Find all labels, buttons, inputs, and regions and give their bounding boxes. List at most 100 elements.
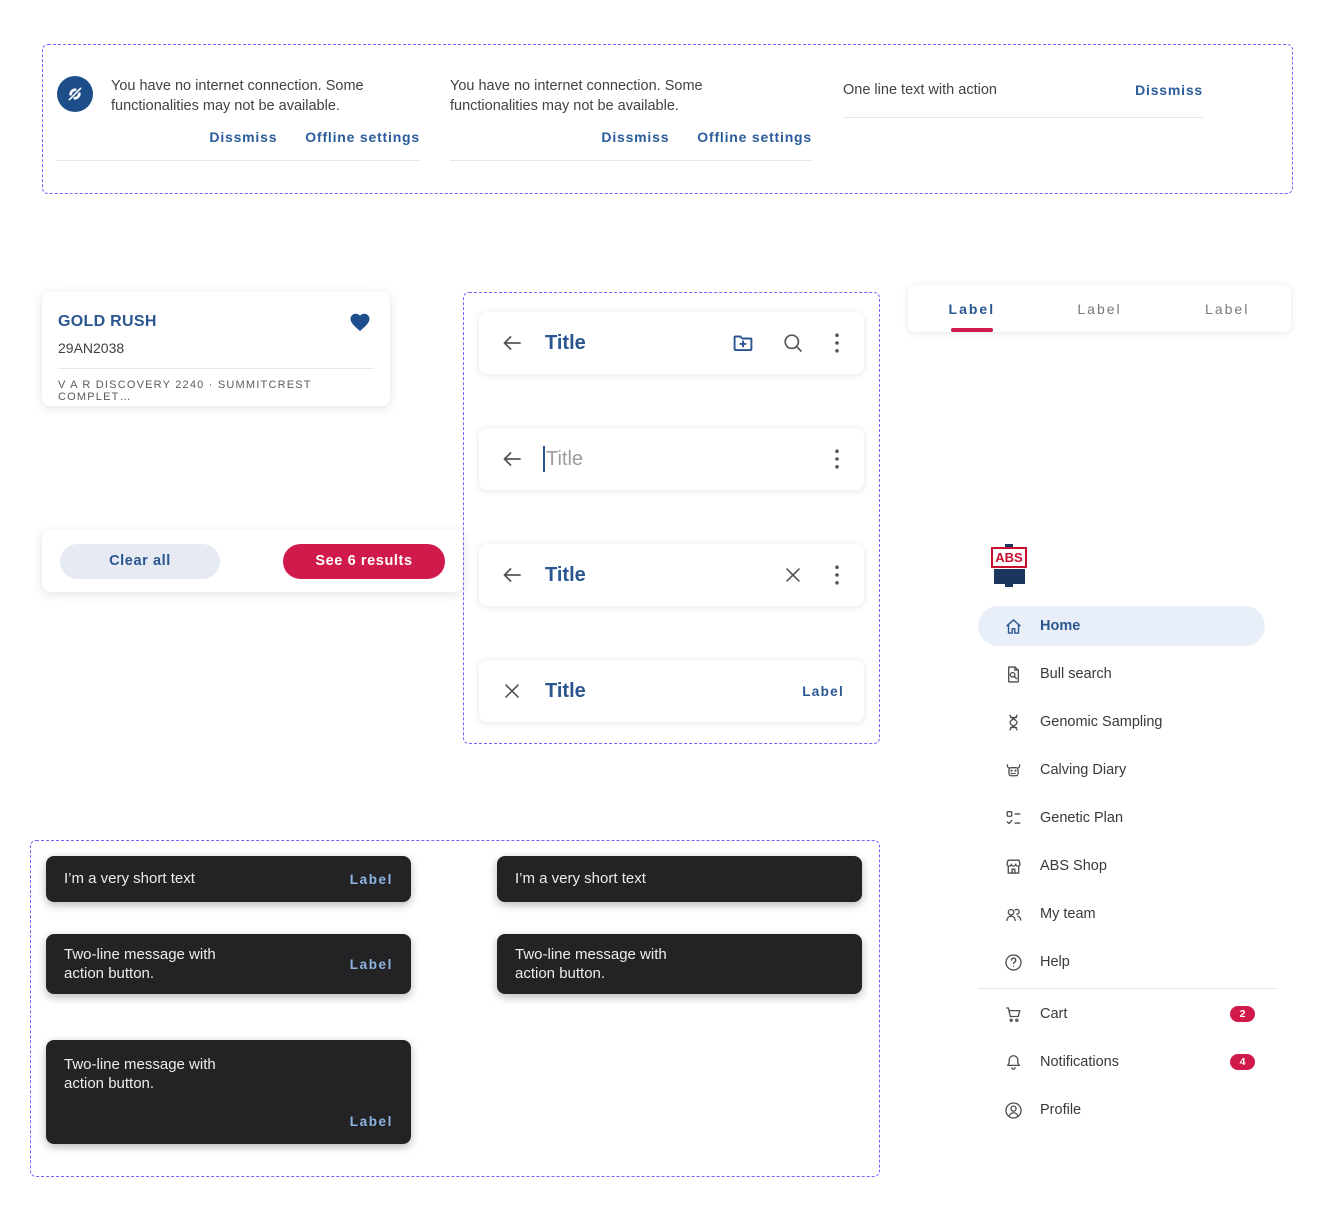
- sidebar-item-abs-shop[interactable]: ABS Shop: [978, 842, 1265, 890]
- offline-icon: [57, 76, 93, 112]
- dismiss-button[interactable]: Dissmiss: [209, 129, 277, 145]
- logo-text: ABS: [991, 547, 1027, 568]
- offline-banner-one-line: One line text with action Dissmiss: [843, 80, 1203, 118]
- sidebar-item-label: Home: [1040, 618, 1081, 634]
- snackbar-two-line-plain: Two-line message with action button.: [497, 934, 862, 994]
- kebab-menu-icon[interactable]: [830, 446, 844, 472]
- dismiss-button[interactable]: Dissmiss: [1135, 82, 1203, 98]
- appbar-title: Title: [545, 563, 586, 586]
- snackbar-action-button[interactable]: Label: [350, 957, 393, 972]
- sidebar-item-label: Cart: [1040, 1006, 1068, 1022]
- sidebar-item-label: Genomic Sampling: [1040, 714, 1163, 730]
- snackbar-short-with-action: I’m a very short text Label: [46, 856, 411, 902]
- notifications-badge: 4: [1230, 1054, 1255, 1070]
- snackbar-two-line-with-action: Two-line message with action button. Lab…: [46, 934, 411, 994]
- cart-badge: 2: [1230, 1006, 1255, 1022]
- bull-search-icon: [1002, 663, 1024, 685]
- bell-icon: [1002, 1051, 1024, 1073]
- sidebar-item-label: Notifications: [1040, 1054, 1119, 1070]
- bull-code: 29AN2038: [58, 340, 125, 356]
- divider: [450, 160, 812, 161]
- sidebar-item-genetic-plan[interactable]: Genetic Plan: [978, 794, 1265, 842]
- sidebar-item-profile[interactable]: Profile: [978, 1086, 1265, 1134]
- appbar-with-clear: Title: [479, 544, 864, 606]
- back-arrow-icon[interactable]: [499, 562, 525, 588]
- tab-1[interactable]: Label: [908, 285, 1036, 332]
- help-icon: [1002, 951, 1024, 973]
- sidebar-item-notifications[interactable]: Notifications 4: [978, 1038, 1265, 1086]
- home-icon: [1002, 615, 1024, 637]
- team-icon: [1002, 903, 1024, 925]
- cow-icon: [1002, 759, 1024, 781]
- clear-all-button[interactable]: Clear all: [60, 543, 220, 579]
- appbar-title: Title: [545, 331, 586, 354]
- sidebar-item-label: Help: [1040, 954, 1070, 970]
- back-arrow-icon[interactable]: [499, 330, 525, 356]
- sidebar-item-label: Bull search: [1040, 666, 1112, 682]
- offline-banner-text-only: You have no internet connection. Some fu…: [450, 76, 812, 161]
- banner-message: You have no internet connection. Some fu…: [111, 78, 364, 114]
- tab-label: Label: [1077, 300, 1122, 317]
- cart-icon: [1002, 1003, 1024, 1025]
- divider: [843, 117, 1203, 118]
- sidebar-item-home[interactable]: Home: [978, 606, 1265, 646]
- filter-footer: Clear all See 6 results: [42, 530, 463, 592]
- tab-label: Label: [1205, 300, 1250, 317]
- appbar-modal: Title Label: [479, 660, 864, 722]
- snackbar-message: Two-line message with action button.: [64, 1056, 216, 1093]
- sidebar-item-cart[interactable]: Cart 2: [978, 990, 1265, 1038]
- sidebar-item-label: Profile: [1040, 1102, 1082, 1118]
- title-input[interactable]: Title: [546, 448, 583, 471]
- nav-divider: [978, 988, 1277, 989]
- kebab-menu-icon[interactable]: [830, 562, 844, 588]
- folder-add-icon[interactable]: [730, 330, 756, 356]
- appbar-default: Title: [479, 312, 864, 374]
- tab-3[interactable]: Label: [1163, 285, 1291, 332]
- logo-bottom-nub: [1005, 584, 1013, 587]
- sidebar-item-label: Calving Diary: [1040, 762, 1127, 778]
- design-canvas: You have no internet connection. Some fu…: [0, 0, 1338, 1210]
- snackbar-short-plain: I’m a very short text: [497, 856, 862, 902]
- snackbar-action-below: Two-line message with action button. Lab…: [46, 1040, 411, 1144]
- sidebar-item-label: ABS Shop: [1040, 858, 1107, 874]
- snackbar-message: I’m a very short text: [515, 870, 646, 888]
- bull-card[interactable]: GOLD RUSH 29AN2038 V A R DISCOVERY 2240 …: [42, 292, 390, 406]
- tab-bar: Label Label Label: [908, 285, 1291, 332]
- offline-settings-button[interactable]: Offline settings: [697, 129, 812, 145]
- bull-pedigree: V A R DISCOVERY 2240 · SUMMITCREST COMPL…: [58, 379, 312, 403]
- snackbar-message: Two-line message with action button.: [64, 945, 216, 982]
- see-results-button[interactable]: See 6 results: [283, 543, 445, 579]
- snackbar-message: Two-line message with action button.: [515, 945, 667, 982]
- tab-2[interactable]: Label: [1036, 285, 1164, 332]
- dna-icon: [1002, 711, 1024, 733]
- snackbar-action-button[interactable]: Label: [350, 1114, 393, 1129]
- sidebar-item-label: My team: [1040, 906, 1096, 922]
- snackbar-action-button[interactable]: Label: [350, 872, 393, 887]
- appbar-title: Title: [545, 679, 586, 702]
- appbar-action-button[interactable]: Label: [802, 684, 844, 699]
- sidebar-item-my-team[interactable]: My team: [978, 890, 1265, 938]
- sidebar-item-label: Genetic Plan: [1040, 810, 1124, 826]
- abs-logo: ABS: [991, 544, 1027, 587]
- offline-banner-with-icon: You have no internet connection. Some fu…: [57, 76, 420, 161]
- appbar-search-input: Title: [479, 428, 864, 490]
- close-icon[interactable]: [499, 678, 525, 704]
- active-tab-indicator: [950, 327, 993, 332]
- offline-settings-button[interactable]: Offline settings: [305, 129, 420, 145]
- logo-base-block: [993, 569, 1025, 584]
- back-arrow-icon[interactable]: [499, 446, 525, 472]
- sidebar-item-help[interactable]: Help: [978, 938, 1265, 986]
- favorite-heart-icon[interactable]: [348, 310, 372, 334]
- kebab-menu-icon[interactable]: [830, 330, 844, 356]
- storefront-icon: [1002, 855, 1024, 877]
- close-icon[interactable]: [780, 562, 806, 588]
- sidebar-item-genomic-sampling[interactable]: Genomic Sampling: [978, 698, 1265, 746]
- profile-icon: [1002, 1099, 1024, 1121]
- sidebar-item-calving-diary[interactable]: Calving Diary: [978, 746, 1265, 794]
- search-icon[interactable]: [780, 330, 806, 356]
- text-cursor: [543, 446, 545, 472]
- banner-message: You have no internet connection. Some fu…: [450, 78, 703, 114]
- dismiss-button[interactable]: Dissmiss: [601, 129, 669, 145]
- sidebar-item-bull-search[interactable]: Bull search: [978, 650, 1265, 698]
- tab-label: Label: [948, 300, 996, 317]
